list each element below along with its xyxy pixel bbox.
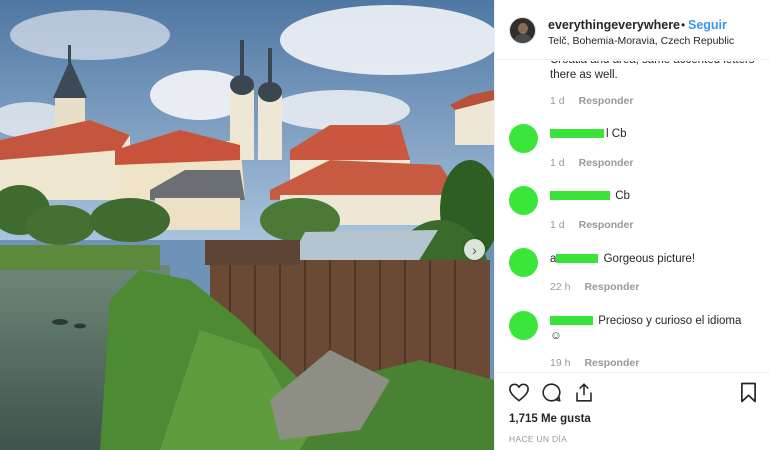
comment-item: Cb [550, 190, 630, 202]
reply-button[interactable]: Responder [579, 95, 634, 107]
comment-item: Precioso y curioso el idioma [550, 315, 741, 327]
comment-meta: 1 d Responder [550, 95, 633, 107]
comment-icon[interactable] [541, 382, 562, 408]
avatar-body [514, 34, 532, 43]
post-location[interactable]: Telč, Bohemia-Moravia, Czech Republic [548, 35, 734, 47]
next-photo-button[interactable]: › [464, 239, 485, 260]
comment-time: 1 d [550, 157, 565, 169]
commenter-avatar[interactable] [509, 124, 538, 153]
comment-text: Cb [615, 190, 630, 202]
comments-list[interactable]: Croatia and area, same accented letters … [495, 61, 769, 372]
reply-button[interactable]: Responder [584, 357, 639, 369]
redacted-username [556, 254, 599, 264]
post-time-ago[interactable]: HACE UN DÍA [509, 434, 567, 444]
redacted-username [550, 191, 610, 201]
comment-time: 1 d [550, 219, 565, 231]
commenter-avatar[interactable] [509, 248, 538, 277]
comment-meta: 22 h Responder [550, 281, 639, 293]
comment-text: Gorgeous picture! [603, 253, 696, 265]
commenter-avatar[interactable] [509, 186, 538, 215]
telc-town-photo [0, 0, 494, 450]
comment-meta: 1 d Responder [550, 157, 633, 169]
comment-time: 1 d [550, 95, 565, 107]
comment-time: 19 h [550, 357, 571, 369]
reply-button[interactable]: Responder [584, 281, 639, 293]
comment-text: Cb [611, 128, 627, 140]
comment-text-partial: Croatia and area, same accented letters … [550, 61, 755, 81]
comment-item: l Cb [550, 128, 626, 140]
reply-button[interactable]: Responder [579, 157, 634, 169]
comment-time: 22 h [550, 281, 571, 293]
comment-item: a Gorgeous picture! [550, 253, 695, 265]
bookmark-icon[interactable] [740, 382, 757, 408]
redacted-username [550, 316, 593, 326]
share-icon[interactable] [574, 382, 594, 408]
reply-button[interactable]: Responder [579, 219, 634, 231]
comment-emoji: ☺ [550, 330, 562, 342]
author-username[interactable]: everythingeverywhere [548, 18, 680, 32]
header-separator: • [681, 18, 686, 32]
commenter-avatar[interactable] [509, 311, 538, 340]
comment-text: Precioso y curioso el idioma [598, 315, 742, 327]
redacted-username [550, 129, 604, 139]
post-photo[interactable]: › [0, 0, 494, 450]
follow-button[interactable]: Seguir [688, 18, 727, 32]
likes-count[interactable]: 1,715 Me gusta [509, 413, 591, 425]
post-side-panel: everythingeverywhere • Seguir Telč, Bohe… [494, 0, 769, 450]
chevron-right-icon: › [472, 241, 477, 258]
post-header: everythingeverywhere • Seguir Telč, Bohe… [495, 0, 769, 60]
comment-meta: 19 h Responder [550, 357, 639, 369]
author-avatar[interactable] [509, 17, 536, 44]
comment-meta: 1 d Responder [550, 219, 633, 231]
post-actions: 1,715 Me gusta HACE UN DÍA [495, 372, 769, 450]
heart-icon[interactable] [508, 382, 530, 407]
username-suffix: l [606, 128, 609, 140]
avatar-head [518, 23, 528, 34]
